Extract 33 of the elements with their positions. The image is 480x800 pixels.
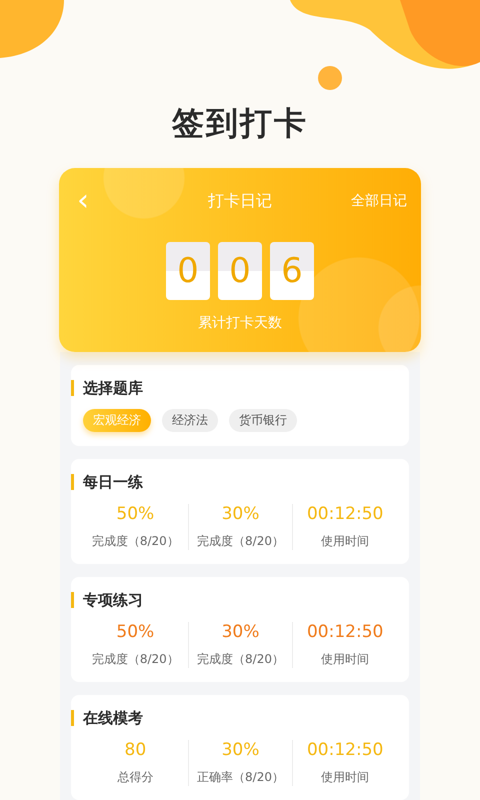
- stat-value: 00:12:50: [306, 504, 384, 524]
- stat-label: 完成度（8/20）: [92, 533, 179, 550]
- stat-value: 30%: [222, 504, 260, 524]
- stat-label: 完成度（8/20）: [197, 651, 284, 668]
- stat-label: 使用时间: [321, 769, 370, 786]
- stat-label: 使用时间: [321, 533, 370, 550]
- all-diary-link[interactable]: 全部日记: [351, 192, 407, 210]
- bank-chip[interactable]: 经济法: [162, 409, 218, 432]
- back-button[interactable]: ‹: [73, 188, 93, 214]
- stat-value: 00:12:50: [306, 740, 384, 760]
- section-title: 专项练习: [71, 592, 397, 608]
- section-title: 在线模考: [71, 710, 397, 726]
- stat-value: 00:12:50: [306, 622, 384, 642]
- stat-value: 30%: [222, 622, 260, 642]
- stat-value: 50%: [116, 504, 154, 524]
- day-digit: 0: [218, 242, 262, 300]
- stat-label: 完成度（8/20）: [197, 533, 284, 550]
- stat-value: 50%: [116, 622, 154, 642]
- day-digit: 0: [166, 242, 210, 300]
- stat-label: 正确率（8/20）: [197, 769, 284, 786]
- bank-chip[interactable]: 货币银行: [229, 409, 297, 432]
- stat-label: 完成度（8/20）: [92, 651, 179, 668]
- stat-label: 使用时间: [321, 651, 370, 668]
- section-title: 每日一练: [71, 474, 397, 490]
- page-title: 签到打卡: [172, 103, 308, 144]
- section-title: 选择题库: [71, 380, 397, 396]
- stat-label: 总得分: [117, 769, 154, 786]
- days-caption: 累计打卡天数: [198, 314, 282, 332]
- stat-value: 30%: [222, 740, 260, 760]
- bank-chip[interactable]: 宏观经济: [83, 409, 151, 432]
- card-title: 打卡日记: [208, 190, 272, 212]
- stat-value: 80: [124, 740, 146, 760]
- day-digit: 6: [270, 242, 314, 300]
